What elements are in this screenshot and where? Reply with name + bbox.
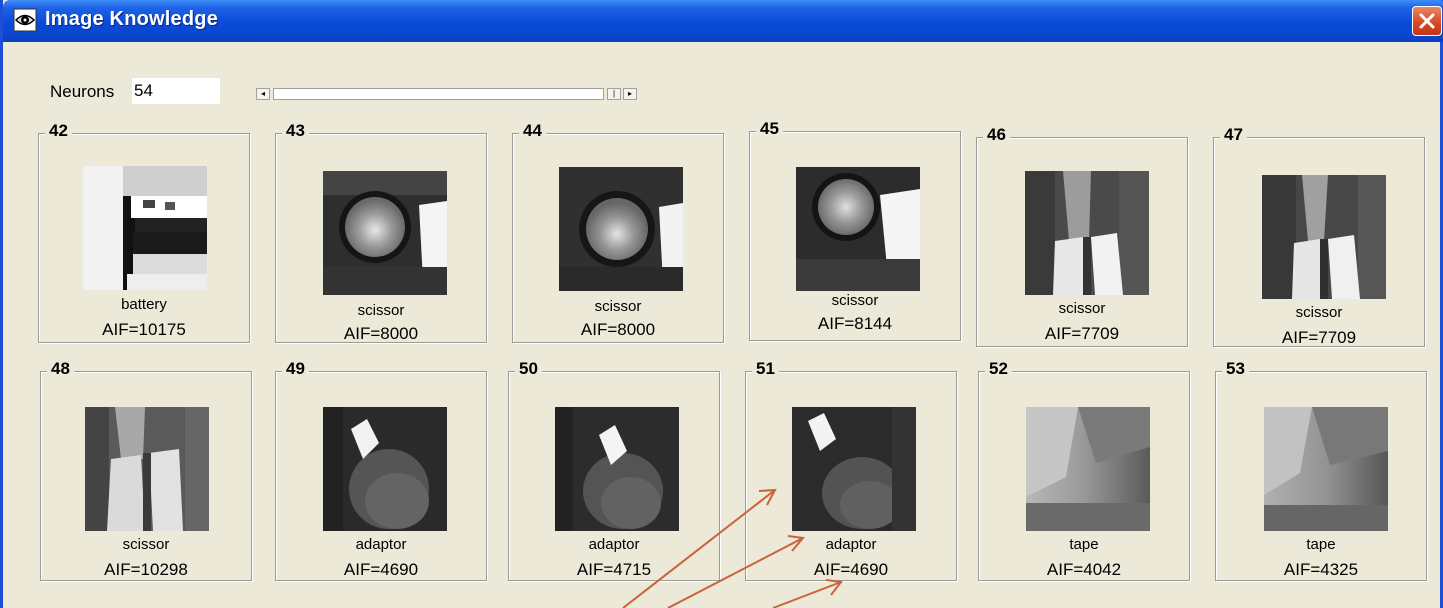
neuron-42-group: 42 battery AIF=10175 (38, 121, 250, 343)
neuron-47-group: 47 scissor AIF=7709 (1213, 125, 1425, 347)
neuron-aif: AIF=8000 (580, 320, 656, 339)
neuron-44-group: 44 scissor AIF=8000 (512, 121, 724, 343)
neuron-52-group: 52 tape AIF=4042 (978, 359, 1190, 581)
neuron-aif: AIF=10175 (102, 320, 186, 339)
neuron-49-image (323, 407, 447, 531)
neuron-label: scissor (594, 298, 642, 315)
neuron-aif: AIF=8000 (343, 324, 419, 343)
neuron-aif: AIF=4690 (813, 560, 889, 579)
neuron-number: 52 (985, 359, 1012, 379)
neuron-42-image (83, 166, 207, 290)
neuron-aif: AIF=4690 (343, 560, 419, 579)
client-area: Neurons ◂ | ▸ 42 (3, 42, 1440, 608)
neuron-number: 46 (983, 125, 1010, 145)
neuron-aif: AIF=4325 (1283, 560, 1359, 579)
neuron-number: 45 (756, 119, 783, 139)
neuron-number: 53 (1222, 359, 1249, 379)
neuron-52-image (1026, 407, 1150, 531)
neuron-number: 48 (47, 359, 74, 379)
neurons-label: Neurons (50, 82, 115, 101)
image-knowledge-window: Image Knowledge Neurons ◂ | ▸ 42 (0, 0, 1443, 608)
neuron-48-image (85, 407, 209, 531)
neuron-number: 43 (282, 121, 309, 141)
neuron-number: 50 (515, 359, 542, 379)
neuron-label: scissor (831, 292, 879, 309)
neuron-49-group: 49 adaptor AIF=4690 (275, 359, 487, 581)
neuron-53-image (1264, 407, 1388, 531)
neuron-46-group: 46 scissor AIF=7709 (976, 125, 1188, 347)
neuron-51-image (792, 407, 916, 531)
neuron-50-image (555, 407, 679, 531)
window-title: Image Knowledge (45, 8, 219, 30)
neuron-number: 44 (519, 121, 546, 141)
neuron-aif: AIF=8144 (817, 314, 893, 333)
app-icon (13, 8, 37, 32)
close-button[interactable] (1412, 6, 1442, 36)
neuron-label: scissor (1058, 300, 1106, 317)
neuron-50-group: 50 adaptor AIF=4715 (508, 359, 720, 581)
neuron-51-group: 51 adaptor AIF=4690 (745, 359, 957, 581)
neuron-45-group: 45 scissor AIF=8144 (749, 119, 961, 341)
neuron-number: 49 (282, 359, 309, 379)
neurons-scrollbar[interactable]: ◂ | ▸ (256, 88, 668, 101)
neuron-label: adaptor (825, 536, 877, 553)
scrollbar-thumb[interactable] (273, 88, 604, 100)
neuron-45-image (796, 167, 920, 291)
neuron-43-image (323, 171, 447, 295)
neuron-label: adaptor (588, 536, 640, 553)
neurons-field[interactable] (132, 78, 220, 104)
neuron-number: 47 (1220, 125, 1247, 145)
neuron-43-group: 43 scissor AIF=8000 (275, 121, 487, 343)
scroll-left-arrow-icon[interactable]: ◂ (256, 88, 270, 100)
neuron-label: tape (1069, 536, 1099, 553)
neuron-aif: AIF=7709 (1281, 328, 1357, 347)
scroll-right-arrow-icon[interactable]: ▸ (623, 88, 637, 100)
neuron-label: scissor (122, 536, 170, 553)
neuron-number: 42 (45, 121, 72, 141)
neuron-aif: AIF=4715 (576, 560, 652, 579)
scroll-right-end-icon[interactable]: | (607, 88, 621, 100)
neuron-44-image (559, 167, 683, 291)
neuron-label: scissor (357, 302, 405, 319)
close-icon (1419, 13, 1435, 29)
neuron-label: scissor (1295, 304, 1343, 321)
neuron-label: battery (121, 296, 167, 313)
neuron-aif: AIF=4042 (1046, 560, 1122, 579)
neuron-label: adaptor (355, 536, 407, 553)
neuron-number: 51 (752, 359, 779, 379)
neuron-46-image (1025, 171, 1149, 295)
neuron-label: tape (1306, 536, 1336, 553)
neuron-aif: AIF=10298 (104, 560, 188, 579)
neuron-aif: AIF=7709 (1044, 324, 1120, 343)
neuron-48-group: 48 scissor AIF=10298 (40, 359, 252, 581)
neuron-53-group: 53 tape AIF=4325 (1215, 359, 1427, 581)
title-bar[interactable]: Image Knowledge (3, 0, 1443, 42)
neuron-47-image (1262, 175, 1386, 299)
